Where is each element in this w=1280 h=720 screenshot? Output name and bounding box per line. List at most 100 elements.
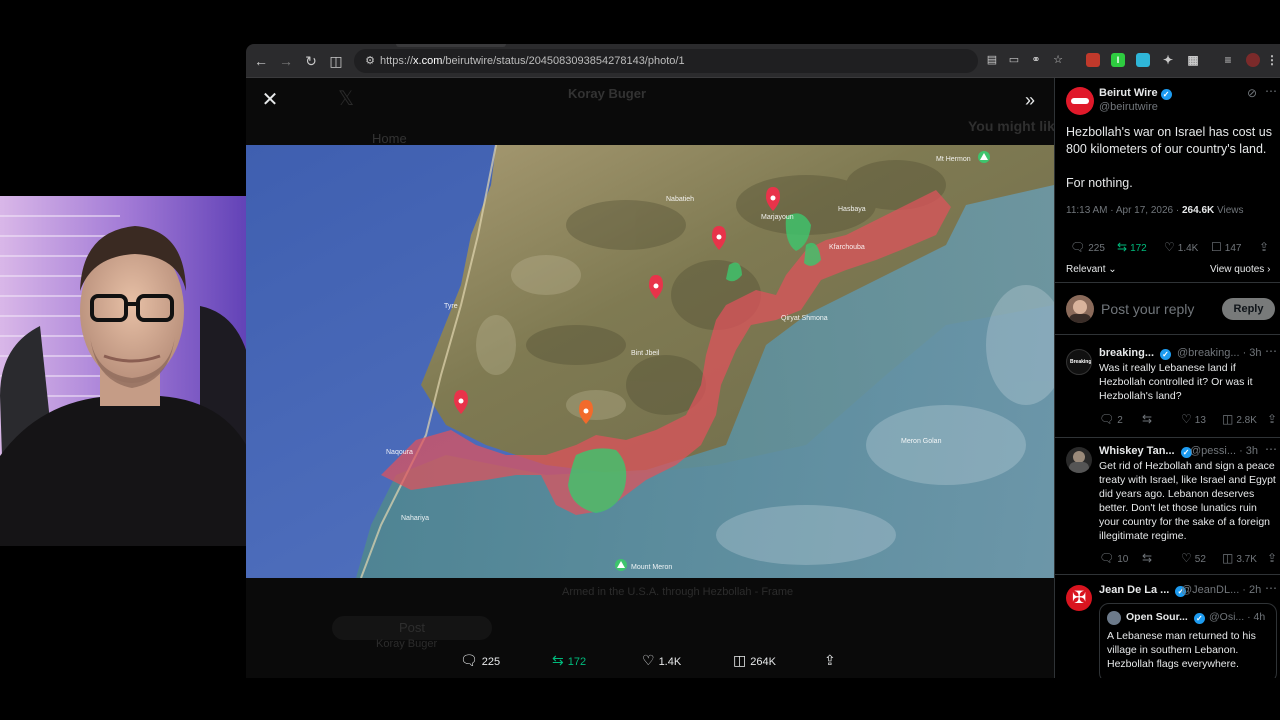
bookmark-icon: ☐ [1211,240,1222,254]
quote-text: A Lebanese man returned to his village i… [1107,630,1256,670]
post-side-panel: Beirut Wire ✓ @beirutwire ⊘ ⋯ Hezbollah's… [1054,78,1280,678]
like-action[interactable]: ♡ 1.4K [1164,240,1198,254]
chevron-double-right-icon[interactable]: » [1018,88,1042,112]
views-chart-icon: ◫ [733,652,747,668]
pin-icon[interactable]: ✦ [1161,53,1175,67]
repost-icon: ⇆ [1142,551,1153,565]
side-panel-icon[interactable]: ◫ [327,52,345,70]
author-handle[interactable]: @beirutwire [1099,101,1158,113]
site-info-icon[interactable]: ⚙ [362,53,378,69]
heart-icon: ♡ [1181,412,1192,426]
heart-icon: ♡ [1164,240,1175,254]
quote-author-handle: @Osi... · 4h [1209,611,1266,623]
share-icon[interactable]: ⇪ [824,648,840,672]
address-bar[interactable]: ⚙ https://x.com/beirutwire/status/204508… [354,49,978,73]
views-action[interactable]: ◫ 3.7K [1222,551,1257,565]
mountain-marker-icon[interactable] [615,559,627,571]
reply-input[interactable]: Post your reply [1101,301,1194,317]
map-label: Tyre [444,303,458,310]
reply-action[interactable]: 🗨 225 [1070,240,1105,254]
mountain-marker-icon[interactable] [978,151,990,163]
back-arrow-icon[interactable]: ← [252,52,270,70]
views-action[interactable]: ◫ 2.8K [1222,412,1257,426]
verified-badge-icon: ✓ [1160,89,1172,100]
extensions-puzzle-icon[interactable]: ▦ [1186,53,1200,67]
map-label: Meron Golan [901,438,942,445]
profile-avatar-icon[interactable] [1246,53,1260,67]
translate-icon[interactable]: ▤ [985,53,999,67]
quoted-post[interactable]: Open Sour... ✓ @Osi... · 4h A Lebanese ma… [1099,603,1277,678]
like-action[interactable]: ♡ 13 [1181,412,1206,426]
reply-icon: 🗨 [1099,412,1115,426]
ghost-context: Armed in the U.S.A. through Hezbollah - … [562,586,794,598]
share-icon[interactable]: ⇪ [1259,240,1272,254]
share-icon[interactable]: ⇪ [1267,412,1280,426]
more-options-icon[interactable]: ⋯ [1265,581,1277,595]
active-tab-edge[interactable] [396,44,506,47]
grok-icon[interactable]: ⊘ [1247,86,1257,100]
close-icon[interactable]: ✕ [258,88,282,112]
reply-action[interactable]: 🗨 2 [1099,412,1123,426]
webcam-overlay [0,196,254,546]
divider [1055,437,1280,438]
author-name[interactable]: Beirut Wire ✓ [1099,87,1172,100]
cast-icon[interactable]: ▭ [1007,53,1021,67]
ghost-might-like: You might lik [968,118,1054,134]
avatar[interactable] [1066,447,1092,473]
more-options-icon[interactable]: ⋯ [1265,442,1277,456]
map-label: Nahariya [401,515,429,522]
quote-author-name: Open Sour... ✓ [1126,611,1205,624]
map-label: Marjayoun [761,214,794,221]
reply-author-handle[interactable]: @breaking... · 3h [1177,347,1262,359]
avatar[interactable] [1066,87,1094,115]
post-meta: 11:13 AM · Apr 17, 2026 · 264.6K Views [1066,205,1244,216]
reply-author-name[interactable]: Whiskey Tan... ✓ [1099,445,1192,458]
more-options-icon[interactable]: ⋯ [1265,84,1277,98]
map-label: Mt Hermon [936,156,971,163]
heart-icon: ♡ [1181,551,1192,565]
repost-action[interactable]: ⇆ 172 [552,648,586,672]
reply-author-name[interactable]: Jean De La ... ✓ [1099,584,1187,597]
reply-action[interactable]: 🗨 10 [1099,551,1128,565]
reply-author-name[interactable]: breaking... ✓ [1099,347,1172,360]
browser-toolbar: ← → ↻ ◫ ⚙ https://x.com/beirutwire/statu… [246,44,1280,78]
divider [1055,574,1280,575]
map-label: Kfarchouba [829,244,865,251]
reply-button[interactable]: Reply [1222,298,1275,320]
bookmark-action[interactable]: ☐ 147 [1211,240,1241,254]
map-image[interactable]: Mt Hermon Tyre Naqoura Qiryat Shmona Nah… [246,145,1054,578]
repost-action[interactable]: ⇆ [1142,412,1155,426]
bookmark-star-icon[interactable]: ☆ [1051,53,1065,67]
extension-red-icon[interactable] [1086,53,1100,67]
divider [1055,334,1280,335]
browser-menu-icon[interactable]: ⋮ [1265,53,1279,67]
repost-action[interactable]: ⇆ 172 [1117,240,1147,254]
share-icon[interactable]: ⇪ [1267,551,1280,565]
extension-blue-icon[interactable] [1136,53,1150,67]
viewer-action-bar: 🗨 225 ⇆ 172 ♡ 1.4K ◫ 264K ⇪ [246,648,1054,672]
reload-icon[interactable]: ↻ [302,52,320,70]
like-action[interactable]: ♡ 1.4K [642,648,681,672]
repost-icon: ⇆ [552,652,564,668]
extension-green-icon[interactable]: I [1111,53,1125,67]
reply-icon: 🗨 [460,652,478,668]
like-action[interactable]: ♡ 52 [1181,551,1206,565]
ghost-post-button: Post [332,616,492,640]
avatar[interactable]: Breaking [1066,349,1092,375]
avatar[interactable]: ✠ [1066,585,1092,611]
reply-author-handle[interactable]: @JeanDL... · 2h [1181,584,1261,596]
repost-action[interactable]: ⇆ [1142,551,1155,565]
url-text[interactable]: https://x.com/beirutwire/status/20450830… [380,53,685,69]
more-options-icon[interactable]: ⋯ [1265,344,1277,358]
post-text-2: For nothing. [1066,176,1133,190]
forward-arrow-icon[interactable]: → [277,52,295,70]
media-controls-icon[interactable]: ≡ [1221,53,1235,67]
reply-action[interactable]: 🗨 225 [460,648,500,672]
sort-relevant-dropdown[interactable]: Relevant ⌄ [1066,264,1117,275]
x-logo-ghost: 𝕏 [338,88,355,110]
password-key-icon[interactable]: ⚭ [1029,53,1043,67]
reply-author-handle[interactable]: @pessi... · 3h [1190,445,1258,457]
view-quotes-link[interactable]: View quotes › [1210,264,1270,275]
views-action[interactable]: ◫ 264K [733,648,776,672]
my-avatar[interactable] [1066,295,1094,323]
